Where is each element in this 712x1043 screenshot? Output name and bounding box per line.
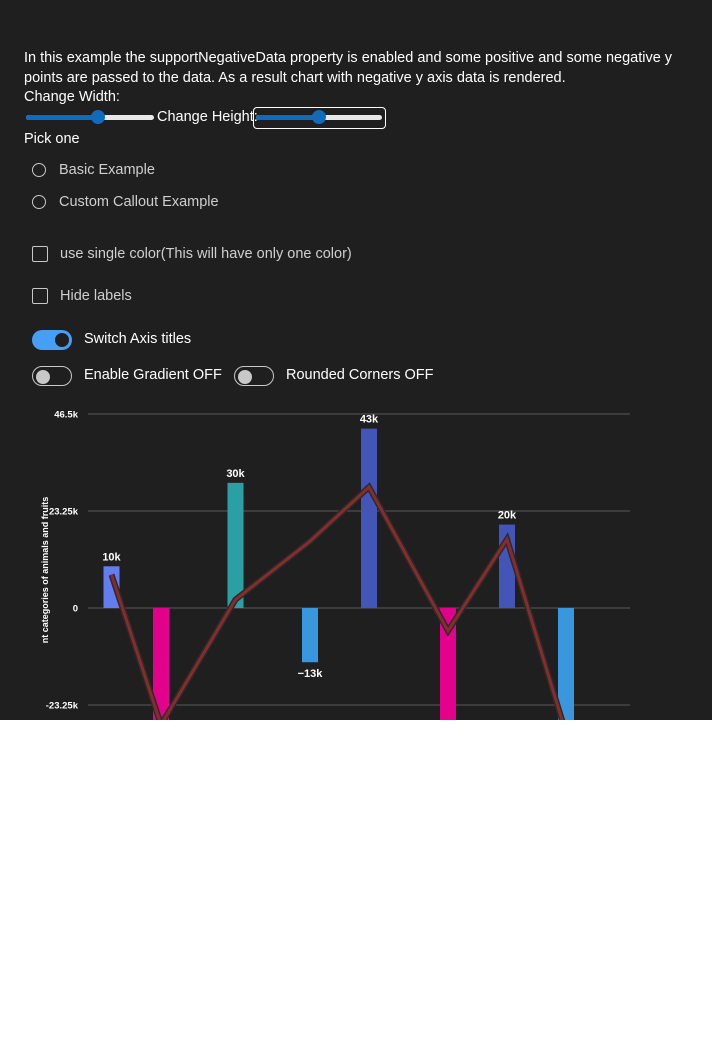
width-slider[interactable] [24, 109, 156, 127]
description-text: In this example the supportNegativeData … [24, 50, 673, 86]
hide-labels-checkbox[interactable]: Hide labels [32, 286, 132, 306]
radio-circle[interactable] [32, 163, 46, 177]
rounded-corners-label: Rounded Corners OFF [286, 367, 434, 383]
checkbox-box[interactable] [32, 246, 48, 262]
y-tick-label: -23.25k [46, 701, 79, 712]
height-slider-fill [256, 115, 319, 120]
bar [302, 608, 318, 663]
switch-axis-titles-toggle[interactable] [32, 330, 72, 350]
bar-data-label: 20k [498, 510, 517, 522]
line-series [110, 484, 564, 720]
pick-one-label: Pick one [24, 131, 80, 147]
enable-gradient-label: Enable Gradient OFF [84, 367, 222, 383]
chart-gridlines [88, 413, 630, 706]
bar [558, 608, 574, 720]
toggle-knob [55, 333, 69, 347]
radio-basic-example[interactable]: Basic Example [32, 160, 155, 180]
chart-y-axis-title: nt categories of animals and fruits [40, 497, 50, 644]
width-slider-fill [26, 115, 98, 120]
chart-bars [103, 428, 574, 720]
bar-data-label: 43k [360, 414, 379, 426]
change-width-label: Change Width: [24, 89, 120, 105]
change-height-label: Change Height: [157, 109, 258, 125]
width-slider-track [26, 115, 154, 120]
radio-label: Custom Callout Example [59, 194, 219, 210]
chart-line-overlay [108, 482, 566, 720]
height-slider-thumb[interactable] [312, 110, 326, 124]
checkbox-label: Hide labels [60, 288, 132, 304]
rounded-corners-toggle[interactable] [234, 366, 274, 386]
bar [361, 428, 377, 608]
y-tick-label: 0 [73, 604, 78, 615]
radio-label: Basic Example [59, 162, 155, 178]
vertical-bar-chart: 10k 30k −13k 43k 20k 46.5k 23.25k 0 -23.25k nt … [40, 410, 630, 720]
bar-data-label: −13k [298, 668, 324, 680]
checkbox-box[interactable] [32, 288, 48, 304]
line-series-outline [108, 482, 566, 720]
radio-custom-callout-example[interactable]: Custom Callout Example [32, 192, 219, 212]
y-tick-label: 46.5k [54, 410, 78, 421]
app-frame: In this example the supportNegativeData … [0, 0, 712, 720]
radio-circle[interactable] [32, 195, 46, 209]
bar [227, 482, 244, 608]
checkbox-label: use single color(This will have only one… [60, 246, 352, 262]
single-color-checkbox[interactable]: use single color(This will have only one… [32, 244, 352, 264]
bar-data-label: 10k [102, 551, 121, 563]
y-tick-label: 23.25k [49, 507, 79, 518]
enable-gradient-toggle[interactable] [32, 366, 72, 386]
width-slider-thumb[interactable] [90, 110, 105, 124]
toggle-knob [238, 370, 252, 384]
height-slider[interactable] [254, 109, 384, 127]
chart-y-axis: 46.5k 23.25k 0 -23.25k [46, 410, 79, 712]
bar-data-label: 30k [226, 468, 245, 480]
toggle-knob [36, 370, 50, 384]
switch-axis-titles-label: Switch Axis titles [84, 331, 192, 347]
